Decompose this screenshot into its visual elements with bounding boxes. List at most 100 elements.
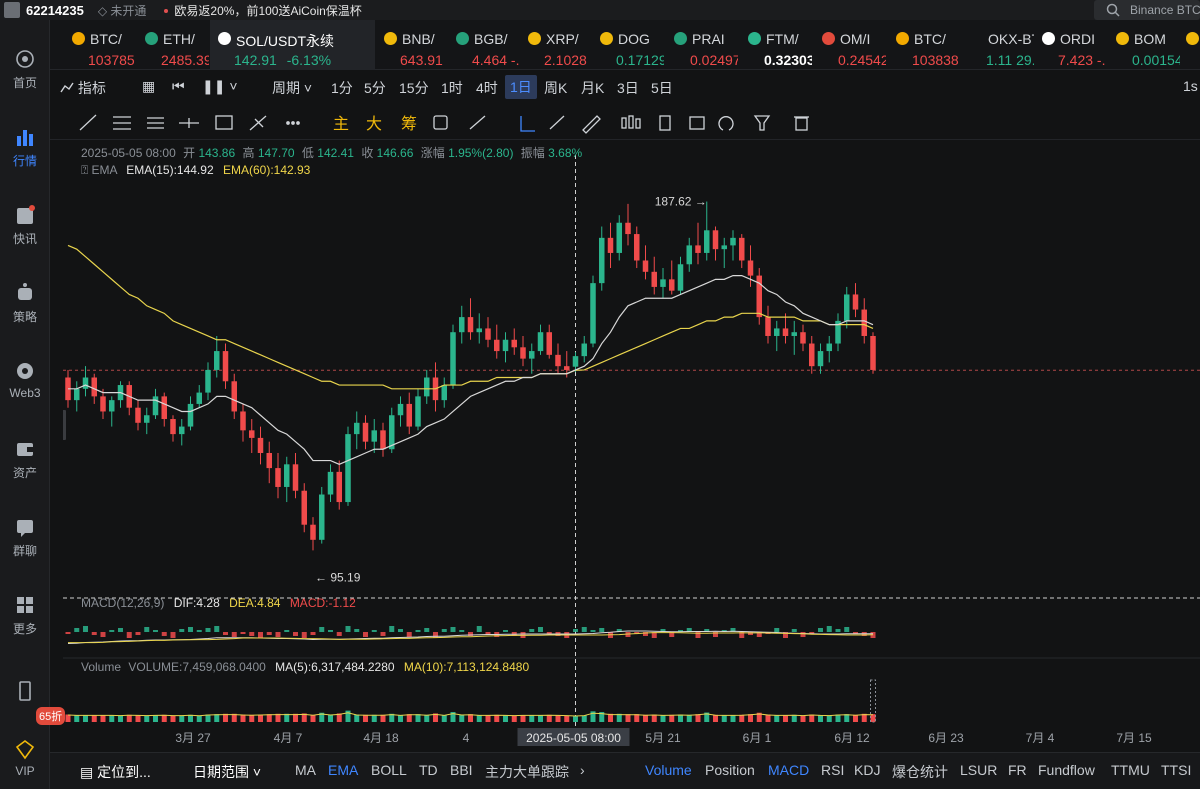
volume-bar — [196, 715, 202, 722]
ind-fundflow[interactable]: Fundflow — [1038, 762, 1095, 778]
ticker-item[interactable]: 2. — [1178, 20, 1200, 70]
chip-tool[interactable]: 筹 — [401, 115, 417, 133]
copy-icon[interactable] — [433, 115, 448, 130]
rewind-icon[interactable]: ⏮ — [172, 78, 185, 95]
ind-ttmu[interactable]: TTMU — [1111, 762, 1150, 778]
clipboard-icon[interactable] — [659, 115, 671, 131]
chart-type-icon[interactable]: ❚❚ ˅ — [202, 78, 238, 95]
ind-rsi[interactable]: RSI — [821, 762, 844, 778]
calendar-icon[interactable]: ▦ — [142, 78, 155, 95]
volume-bar — [354, 714, 360, 722]
date-range-dropdown[interactable]: 日期范围 ˅ — [193, 762, 261, 782]
ind-main-tracking[interactable]: 主力大单跟踪 — [485, 762, 569, 782]
bell-icon[interactable]: ⍰ — [81, 163, 88, 177]
fib-icon[interactable] — [249, 115, 267, 131]
account-status[interactable]: ◇ 未开通 — [98, 2, 147, 19]
sidebar-item-0[interactable]: 首页 — [0, 48, 50, 91]
ind-liquidation[interactable]: 爆仓统计 — [892, 762, 948, 782]
ind-macd[interactable]: MACD — [768, 762, 809, 778]
sidebar-item-4[interactable]: Web3 — [0, 360, 50, 400]
ticker-item[interactable]: BOM 0.00154 — [1108, 20, 1180, 70]
rectangle-icon[interactable] — [215, 115, 233, 130]
sidebar-item-5[interactable]: 资产 — [0, 438, 50, 481]
macd-bar — [818, 628, 823, 632]
promo-banner[interactable]: 欧易返20%，前100送AiCoin保温杯 — [164, 2, 362, 19]
ticker-item[interactable]: BGB/4.464 -. — [448, 20, 520, 70]
interval-7[interactable]: 月K — [581, 78, 604, 98]
refresh-interval[interactable]: 1s — [1183, 78, 1198, 94]
locate-to-button[interactable]: ▤ 定位到... — [80, 762, 151, 782]
ind-ma[interactable]: MA — [295, 762, 316, 778]
ind-boll[interactable]: BOLL — [371, 762, 407, 778]
measure-icon[interactable] — [469, 115, 486, 130]
image-icon[interactable] — [689, 116, 705, 130]
interval-1[interactable]: 5分 — [364, 78, 386, 98]
macd-bar — [74, 628, 80, 632]
interval-3[interactable]: 1时 — [441, 78, 463, 98]
more-icon[interactable] — [286, 121, 300, 125]
ticker-item[interactable]: FTM/0.32303 — [740, 20, 812, 70]
ticker-item[interactable]: PRAI 0.02497 — [666, 20, 738, 70]
magnet-icon[interactable] — [718, 116, 734, 131]
ticker-item[interactable]: OM/I 0.24542 — [814, 20, 886, 70]
search-input[interactable]: Binance BTC — [1094, 0, 1200, 20]
cursor-tool-icon[interactable] — [520, 116, 535, 132]
volume-legend[interactable]: Volume VOLUME:7,459,068.0400 MA(5):6,317… — [81, 660, 529, 674]
filter-icon[interactable] — [753, 115, 771, 131]
ticker-item[interactable]: DOG 0.17129 — [592, 20, 664, 70]
user-avatar-icon[interactable] — [4, 2, 20, 18]
ind-bbi[interactable]: BBI — [450, 762, 473, 778]
interval-0[interactable]: 1分 — [331, 78, 353, 98]
big-order-tool[interactable]: 大 — [366, 115, 382, 133]
interval-5[interactable]: 1日 — [505, 75, 537, 99]
trendline-icon[interactable] — [79, 114, 97, 131]
sidebar-item-6[interactable]: 群聊 — [0, 516, 50, 559]
ind-ttsi[interactable]: TTSI — [1161, 762, 1191, 778]
ticker-item[interactable]: OKX-BTC1.11 29.07 — [962, 20, 1034, 70]
sidebar-item-7[interactable]: 更多 — [0, 594, 50, 637]
horizontal-line-icon[interactable] — [179, 118, 199, 128]
price-chart[interactable]: 187.62 →← 95.193月 274月 74月 18405月 216月 1… — [60, 140, 1200, 748]
channel-icon[interactable] — [147, 117, 164, 129]
interval-4[interactable]: 4时 — [476, 78, 498, 98]
interval-2[interactable]: 15分 — [399, 78, 429, 98]
ticker-item[interactable]: BNB/643.91 — [376, 20, 448, 70]
ind-volume[interactable]: Volume — [645, 762, 692, 778]
chevron-right-icon[interactable]: › — [580, 762, 585, 778]
ticker-item[interactable]: BTC/103838. — [888, 20, 960, 70]
ticker-item[interactable]: SOL/USDT永续 142.91 -6.13% — [210, 20, 375, 70]
sidebar-item-1[interactable]: 行情 — [0, 126, 50, 169]
ind-position[interactable]: Position — [705, 762, 755, 778]
brush-icon[interactable] — [582, 115, 601, 134]
candle-compare-icon[interactable] — [621, 115, 641, 129]
sidebar-item-3[interactable]: 策略 — [0, 282, 50, 325]
ticker-item[interactable]: XRP/2.1028 — [520, 20, 592, 70]
ind-fr[interactable]: FR — [1008, 762, 1027, 778]
trash-icon[interactable] — [794, 116, 809, 131]
interval-8[interactable]: 3日 — [617, 78, 639, 98]
ind-kdj[interactable]: KDJ — [854, 762, 880, 778]
interval-9[interactable]: 5日 — [651, 78, 673, 98]
macd-bar — [844, 627, 850, 632]
ticker-item[interactable]: ORDI 7.423 -. — [1034, 20, 1106, 70]
indicator-button[interactable]: 指标 — [60, 78, 106, 98]
candle-body — [712, 230, 719, 250]
ticker-item[interactable]: ETH/2485.39 — [137, 20, 209, 70]
ema-legend[interactable]: ⍰ EMA EMA(15):144.92 EMA(60):142.93 — [81, 163, 310, 178]
ind-lsur[interactable]: LSUR — [960, 762, 997, 778]
ticker-item[interactable]: BTC/103785. — [64, 20, 136, 70]
candle-body — [511, 339, 517, 348]
sidebar-item-2[interactable]: 快讯 — [0, 204, 50, 247]
device-icon[interactable] — [0, 680, 50, 706]
main-force-tool[interactable]: 主 — [333, 115, 349, 133]
sidebar-item-8[interactable]: VIP — [0, 738, 50, 778]
parallel-line-icon[interactable] — [113, 116, 131, 130]
macd-legend[interactable]: MACD(12,26,9) DIF:4.28 DEA:4.84 MACD:-1.… — [81, 596, 356, 610]
ind-ema[interactable]: EMA — [328, 762, 358, 778]
interval-6[interactable]: 周K — [544, 78, 567, 98]
candlestick-canvas[interactable]: 187.62 →← 95.193月 274月 74月 18405月 216月 1… — [60, 140, 1200, 748]
period-dropdown[interactable]: 周期 ˅ — [272, 78, 312, 98]
ind-td[interactable]: TD — [419, 762, 438, 778]
ruler-icon[interactable] — [549, 115, 565, 130]
volume-bar — [328, 714, 333, 722]
